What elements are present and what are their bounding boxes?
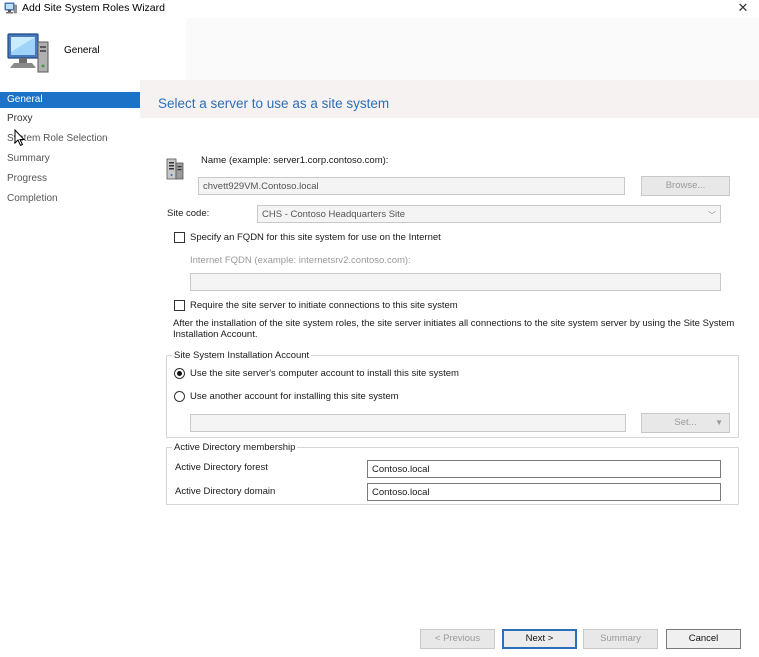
- page-title: Select a server to use as a site system: [158, 96, 390, 111]
- internet-fqdn-field[interactable]: [190, 273, 721, 291]
- other-account-radio[interactable]: [174, 391, 185, 402]
- fqdn-checkbox-label: Specify an FQDN for this site system for…: [190, 232, 441, 243]
- set-account-button[interactable]: Set... ▼: [641, 413, 730, 433]
- computer-icon: [7, 33, 49, 73]
- page-header: Select a server to use as a site system: [140, 80, 759, 118]
- internet-fqdn-label: Internet FQDN (example: internetsrv2.con…: [190, 255, 411, 266]
- previous-button[interactable]: < Previous: [420, 629, 495, 649]
- server-name-field[interactable]: chvett929VM.Contoso.local: [198, 177, 625, 195]
- fqdn-checkbox[interactable]: [174, 232, 185, 243]
- initiate-connections-description: After the installation of the site syste…: [173, 318, 735, 340]
- browse-button[interactable]: Browse...: [641, 176, 730, 196]
- site-code-select[interactable]: CHS - Contoso Headquarters Site ﹀: [257, 205, 721, 223]
- dropdown-arrow-icon: ▼: [715, 418, 723, 427]
- initiate-connections-checkbox[interactable]: [174, 300, 185, 311]
- wizard-steps-nav: General Proxy System Role Selection Summ…: [0, 80, 140, 230]
- chevron-down-icon: ﹀: [708, 211, 716, 220]
- other-account-label: Use another account for installing this …: [190, 391, 399, 402]
- mouse-cursor-icon: [14, 129, 26, 147]
- active-directory-group-title: Active Directory membership: [172, 442, 298, 453]
- server-name-label: Name (example: server1.corp.contoso.com)…: [201, 155, 389, 166]
- title-bar: Add Site System Roles Wizard ✕: [0, 0, 759, 18]
- header-title: General: [64, 45, 100, 56]
- computer-account-label: Use the site server's computer account t…: [190, 368, 459, 379]
- nav-item-progress[interactable]: Progress: [0, 171, 140, 187]
- installation-account-group-title: Site System Installation Account: [172, 350, 312, 361]
- ad-domain-field[interactable]: Contoso.local: [367, 483, 721, 501]
- close-icon: ✕: [737, 0, 749, 15]
- next-button[interactable]: Next >: [502, 629, 577, 649]
- nav-item-proxy[interactable]: Proxy: [0, 111, 140, 127]
- computer-account-radio[interactable]: [174, 368, 185, 379]
- header-shade: [186, 18, 759, 80]
- server-icon: [166, 158, 184, 180]
- nav-item-completion[interactable]: Completion: [0, 191, 140, 207]
- installation-account-field[interactable]: [190, 414, 626, 432]
- initiate-connections-label: Require the site server to initiate conn…: [190, 300, 458, 311]
- nav-item-summary[interactable]: Summary: [0, 151, 140, 167]
- ad-forest-label: Active Directory forest: [175, 462, 268, 473]
- wizard-app-icon: [4, 2, 17, 14]
- window-title: Add Site System Roles Wizard: [22, 2, 165, 14]
- ad-forest-field[interactable]: Contoso.local: [367, 460, 721, 478]
- summary-button[interactable]: Summary: [583, 629, 658, 649]
- nav-item-general[interactable]: General: [0, 92, 140, 108]
- ad-domain-label: Active Directory domain: [175, 486, 276, 497]
- cancel-button[interactable]: Cancel: [666, 629, 741, 649]
- site-code-label: Site code:: [167, 208, 210, 219]
- close-button[interactable]: ✕: [731, 0, 755, 17]
